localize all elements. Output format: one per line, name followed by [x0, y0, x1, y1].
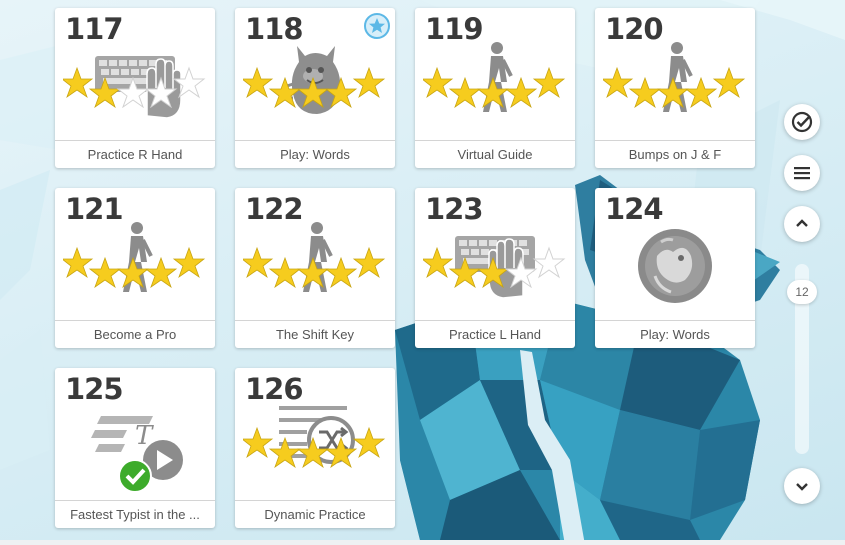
lesson-title: Virtual Guide: [415, 140, 575, 168]
scroll-up-button[interactable]: [784, 206, 820, 242]
video-completed-icon: T: [91, 416, 183, 493]
lesson-card[interactable]: 118 Play: Words: [235, 8, 395, 168]
rating-5-of-5-stars: [603, 66, 746, 108]
rating-5-of-5-stars: [243, 426, 386, 468]
lesson-card[interactable]: 122 The Shift Key: [235, 188, 395, 348]
rating-5-of-5-stars: [243, 246, 386, 288]
menu-button[interactable]: [784, 155, 820, 191]
lesson-title: Dynamic Practice: [235, 500, 395, 528]
scroll-position-badge[interactable]: 12: [787, 280, 817, 304]
lesson-card[interactable]: 123 Practice L Hand: [415, 188, 575, 348]
rating-2-of-5-stars: [63, 66, 206, 108]
lesson-card[interactable]: 120 Bumps on J & F: [595, 8, 755, 168]
chevron-down-icon: [796, 483, 808, 491]
lesson-title: Play: Words: [595, 320, 755, 348]
lesson-card[interactable]: 124 Play: Words: [595, 188, 755, 348]
locked-game-bubble-icon: [638, 229, 712, 303]
rating-5-of-5-stars: [243, 66, 386, 108]
lesson-card[interactable]: 117 Practice R Hand: [55, 8, 215, 168]
lesson-title: The Shift Key: [235, 320, 395, 348]
lesson-title: Practice R Hand: [55, 140, 215, 168]
lesson-card[interactable]: 121 Become a Pro: [55, 188, 215, 348]
hamburger-menu-icon: [794, 167, 810, 180]
rating-3-of-5-stars: [423, 246, 566, 288]
bottom-edge: [0, 540, 845, 545]
scroll-down-button[interactable]: [784, 468, 820, 504]
rating-5-of-5-stars: [63, 246, 206, 288]
lesson-title: Practice L Hand: [415, 320, 575, 348]
chevron-up-icon: [796, 219, 808, 227]
lesson-card[interactable]: 125 T Fastest Typist in the ...: [55, 368, 215, 528]
lesson-title: Fastest Typist in the ...: [55, 500, 215, 528]
lesson-card[interactable]: 126 Dynamic Practice: [235, 368, 395, 528]
lesson-title: Bumps on J & F: [595, 140, 755, 168]
rating-5-of-5-stars: [423, 66, 566, 108]
check-progress-button[interactable]: [784, 104, 820, 140]
lesson-title: Become a Pro: [55, 320, 215, 348]
lesson-card[interactable]: 119 Virtual Guide: [415, 8, 575, 168]
check-circle-icon: [791, 111, 813, 133]
lesson-title: Play: Words: [235, 140, 395, 168]
